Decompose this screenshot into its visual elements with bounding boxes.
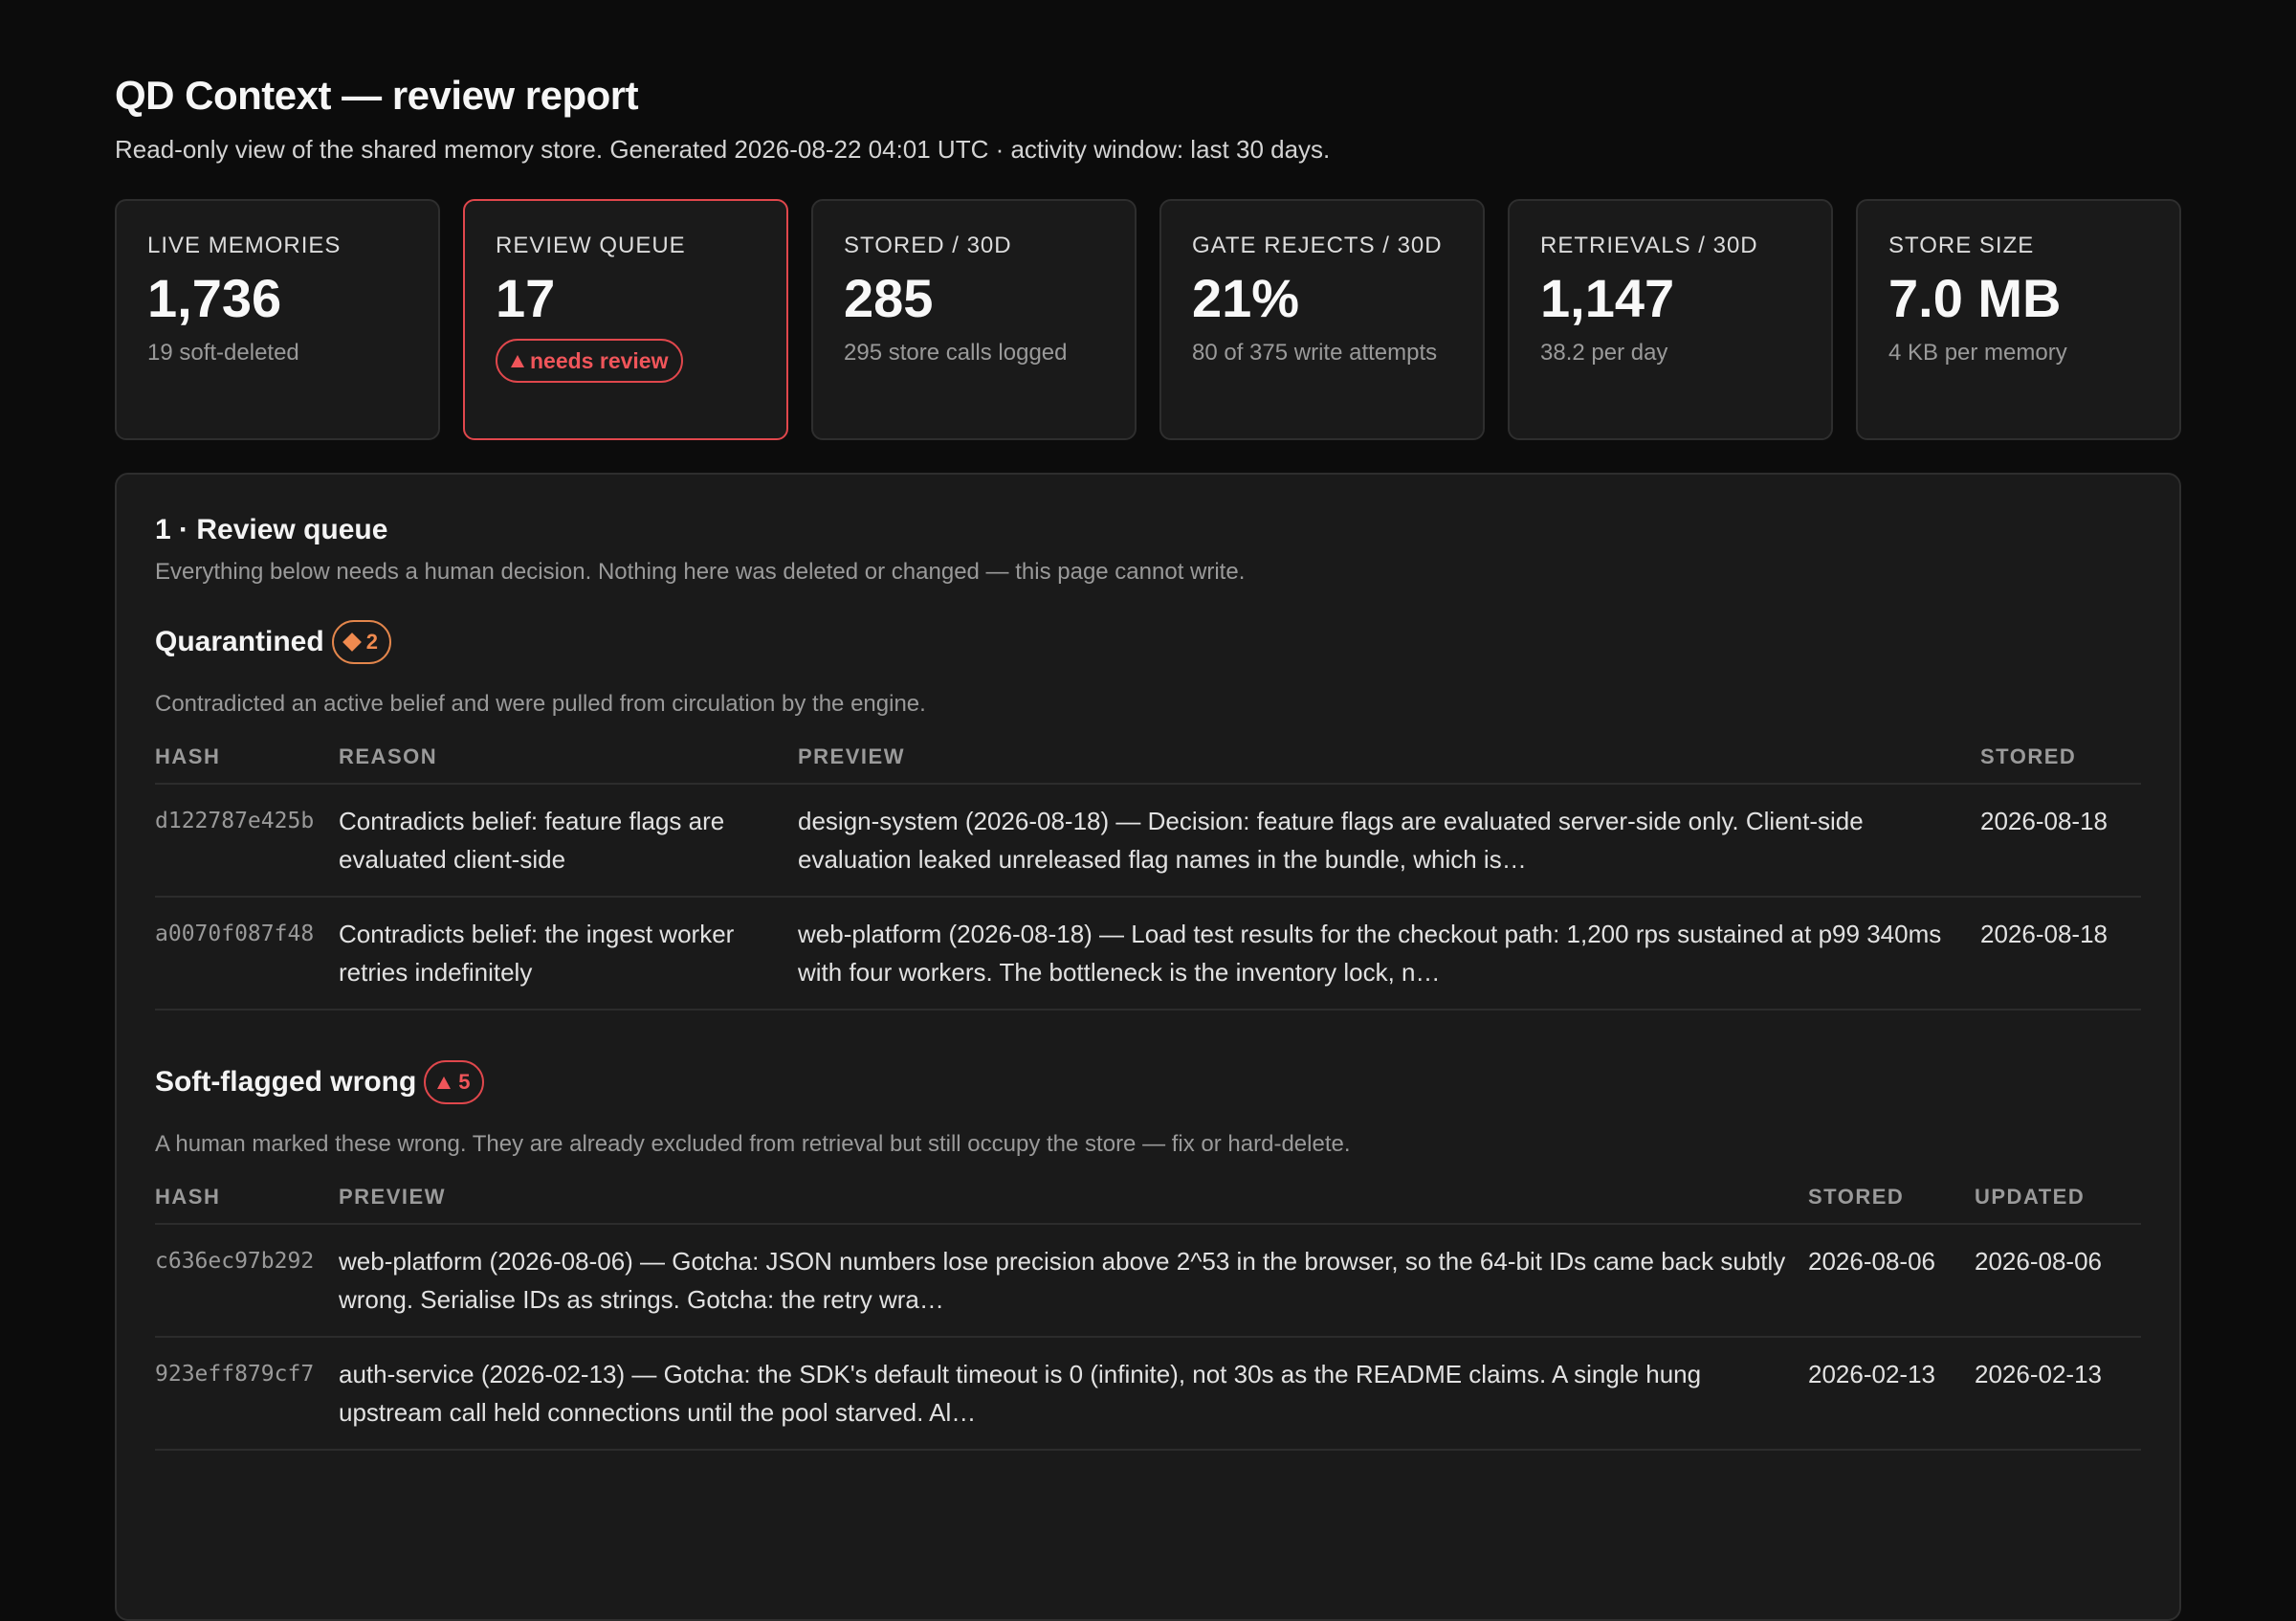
stat-subtext: 38.2 per day xyxy=(1540,340,1668,366)
column-header: UPDATED xyxy=(1975,1173,2141,1225)
soft-flagged-heading: Soft-flagged wrong 5 xyxy=(155,1060,2141,1104)
stat-subtext: 4 KB per memory xyxy=(1888,340,2067,366)
warning-triangle-icon xyxy=(437,1076,452,1089)
section-title: 1 · Review queue xyxy=(155,514,388,545)
hash-cell: d122787e425b xyxy=(155,784,339,898)
section-description: Everything below needs a human decision.… xyxy=(155,559,1246,585)
table-header-row: HASH REASON PREVIEW STORED xyxy=(155,733,2141,785)
subsection-title: Quarantined xyxy=(155,626,324,657)
stat-value: 21% xyxy=(1192,268,1300,328)
column-header: HASH xyxy=(155,733,339,785)
quarantined-table: HASH REASON PREVIEW STORED d122787e425b … xyxy=(155,733,2141,1010)
hash-cell: c636ec97b292 xyxy=(155,1224,339,1338)
stat-value: 1,736 xyxy=(147,268,282,328)
review-queue-panel: 1 · Review queue Everything below needs … xyxy=(115,473,2181,1621)
stored-cell: 2026-08-18 xyxy=(1980,784,2141,898)
preview-cell: design-system (2026-08-18) — Decision: f… xyxy=(798,784,1980,898)
diamond-icon xyxy=(342,633,362,652)
stat-subtext: 80 of 375 write attempts xyxy=(1192,340,1438,366)
stat-card-stored: STORED / 30D 285 295 store calls logged xyxy=(811,199,1137,440)
preview-cell: web-platform (2026-08-06) — Gotcha: JSON… xyxy=(339,1224,1808,1338)
hash-cell: 923eff879cf7 xyxy=(155,1337,339,1451)
table-row[interactable]: d122787e425b Contradicts belief: feature… xyxy=(155,784,2141,898)
stat-card-retrievals: RETRIEVALS / 30D 1,147 38.2 per day xyxy=(1508,199,1833,440)
page-title: QD Context — review report xyxy=(115,73,639,118)
stored-cell: 2026-08-06 xyxy=(1808,1224,1975,1338)
column-header: PREVIEW xyxy=(798,733,1980,785)
report-page: QD Context — review report Read-only vie… xyxy=(115,69,2181,1621)
table-header-row: HASH PREVIEW STORED UPDATED xyxy=(155,1173,2141,1225)
reason-cell: Contradicts belief: feature flags are ev… xyxy=(339,784,798,898)
stat-label: GATE REJECTS / 30D xyxy=(1192,233,1443,258)
quarantined-heading: Quarantined 2 xyxy=(155,620,2141,664)
column-header: STORED xyxy=(1980,733,2141,785)
table-row[interactable]: c636ec97b292 web-platform (2026-08-06) —… xyxy=(155,1224,2141,1338)
hash-cell: a0070f087f48 xyxy=(155,897,339,1010)
badge-count: 2 xyxy=(365,630,378,654)
needs-review-badge: needs review xyxy=(496,339,684,383)
stat-label: RETRIEVALS / 30D xyxy=(1540,233,1758,258)
stat-card-live-memories: LIVE MEMORIES 1,736 19 soft-deleted xyxy=(115,199,440,440)
soft-flagged-table: HASH PREVIEW STORED UPDATED c636ec97b292… xyxy=(155,1173,2141,1451)
warning-triangle-icon xyxy=(511,354,524,367)
updated-cell: 2026-08-06 xyxy=(1975,1224,2141,1338)
subsection-title: Soft-flagged wrong xyxy=(155,1066,417,1098)
reason-cell: Contradicts belief: the ingest worker re… xyxy=(339,897,798,1010)
table-row[interactable]: 923eff879cf7 auth-service (2026-02-13) —… xyxy=(155,1337,2141,1451)
stat-card-store-size: STORE SIZE 7.0 MB 4 KB per memory xyxy=(1856,199,2181,440)
stored-cell: 2026-08-18 xyxy=(1980,897,2141,1010)
soft-flagged-count-badge: 5 xyxy=(424,1060,484,1104)
subsection-description: Contradicted an active belief and were p… xyxy=(155,691,926,717)
page-subtitle: Read-only view of the shared memory stor… xyxy=(115,135,1331,164)
preview-cell: web-platform (2026-08-18) — Load test re… xyxy=(798,897,1980,1010)
stored-cell: 2026-02-13 xyxy=(1808,1337,1975,1451)
stat-label: LIVE MEMORIES xyxy=(147,233,342,258)
stat-label: STORED / 30D xyxy=(844,233,1012,258)
stat-value: 285 xyxy=(844,268,934,328)
badge-count: 5 xyxy=(458,1070,471,1094)
stat-cards: LIVE MEMORIES 1,736 19 soft-deleted REVI… xyxy=(115,199,2181,440)
stat-value: 17 xyxy=(496,268,556,328)
stat-value: 7.0 MB xyxy=(1888,268,2062,328)
stat-label: REVIEW QUEUE xyxy=(496,233,686,258)
subsection-description: A human marked these wrong. They are alr… xyxy=(155,1131,1351,1157)
stat-card-review-queue: REVIEW QUEUE 17 needs review xyxy=(463,199,788,440)
stat-subtext: 295 store calls logged xyxy=(844,340,1068,366)
column-header: STORED xyxy=(1808,1173,1975,1225)
stat-value: 1,147 xyxy=(1540,268,1675,328)
badge-label: needs review xyxy=(530,348,669,373)
stat-label: STORE SIZE xyxy=(1888,233,2035,258)
column-header: PREVIEW xyxy=(339,1173,1808,1225)
column-header: REASON xyxy=(339,733,798,785)
stat-card-gate-rejects: GATE REJECTS / 30D 21% 80 of 375 write a… xyxy=(1159,199,1485,440)
table-row[interactable]: a0070f087f48 Contradicts belief: the ing… xyxy=(155,897,2141,1010)
updated-cell: 2026-02-13 xyxy=(1975,1337,2141,1451)
preview-cell: auth-service (2026-02-13) — Gotcha: the … xyxy=(339,1337,1808,1451)
column-header: HASH xyxy=(155,1173,339,1225)
stat-subtext: 19 soft-deleted xyxy=(147,340,299,366)
quarantined-count-badge: 2 xyxy=(331,620,391,664)
